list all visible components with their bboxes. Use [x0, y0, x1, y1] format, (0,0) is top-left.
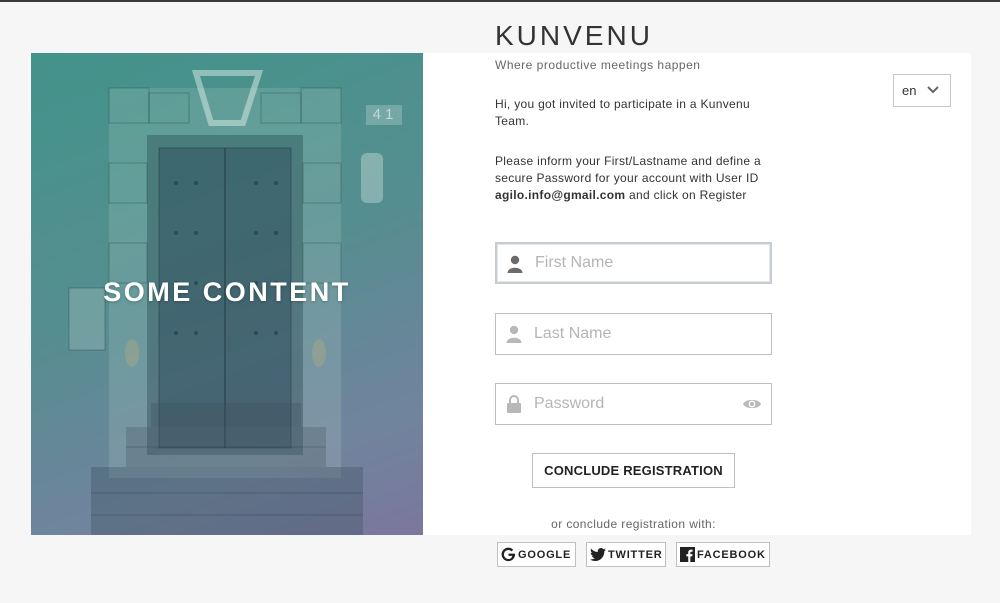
- lock-icon: [507, 395, 521, 413]
- instruction-text-end: and click on Register: [625, 188, 747, 202]
- hero-image: 41 SOME CONTENT: [31, 53, 423, 535]
- brand-title: KUNVENU: [495, 20, 653, 51]
- instruction-text-start: Please inform your First/Lastname and de…: [495, 154, 761, 185]
- brand-tagline: Where productive meetings happen: [495, 58, 701, 72]
- hero-text: SOME CONTENT: [103, 277, 351, 307]
- invite-message: Hi, you got invited to participate in a …: [495, 97, 750, 128]
- user-id: agilo.info@gmail.com: [495, 188, 626, 202]
- last-name-input[interactable]: [534, 314, 734, 354]
- facebook-button[interactable]: FACEBOOK: [676, 542, 770, 567]
- password-field[interactable]: [495, 383, 772, 425]
- twitter-icon: [590, 547, 606, 561]
- twitter-label: TWITTER: [608, 548, 663, 561]
- user-icon: [506, 325, 522, 343]
- first-name-field[interactable]: [495, 242, 772, 284]
- google-icon: [501, 547, 516, 562]
- door-number: 41: [372, 106, 398, 123]
- google-button[interactable]: GOOGLE: [497, 542, 576, 567]
- language-select[interactable]: en: [893, 74, 951, 107]
- language-value: en: [902, 83, 917, 98]
- facebook-icon: [680, 547, 695, 562]
- instruction-message: Please inform your First/Lastname and de…: [495, 153, 780, 204]
- last-name-field[interactable]: [495, 313, 772, 355]
- chevron-down-icon: [927, 86, 939, 94]
- google-label: GOOGLE: [518, 548, 572, 561]
- eye-icon[interactable]: [742, 397, 762, 411]
- password-input[interactable]: [534, 384, 734, 424]
- facebook-label: FACEBOOK: [697, 548, 766, 561]
- social-prompt: or conclude registration with:: [551, 517, 716, 531]
- user-icon: [507, 255, 523, 273]
- twitter-button[interactable]: TWITTER: [586, 542, 666, 567]
- conclude-registration-button[interactable]: CONCLUDE REGISTRATION: [532, 453, 735, 488]
- first-name-input[interactable]: [535, 244, 735, 282]
